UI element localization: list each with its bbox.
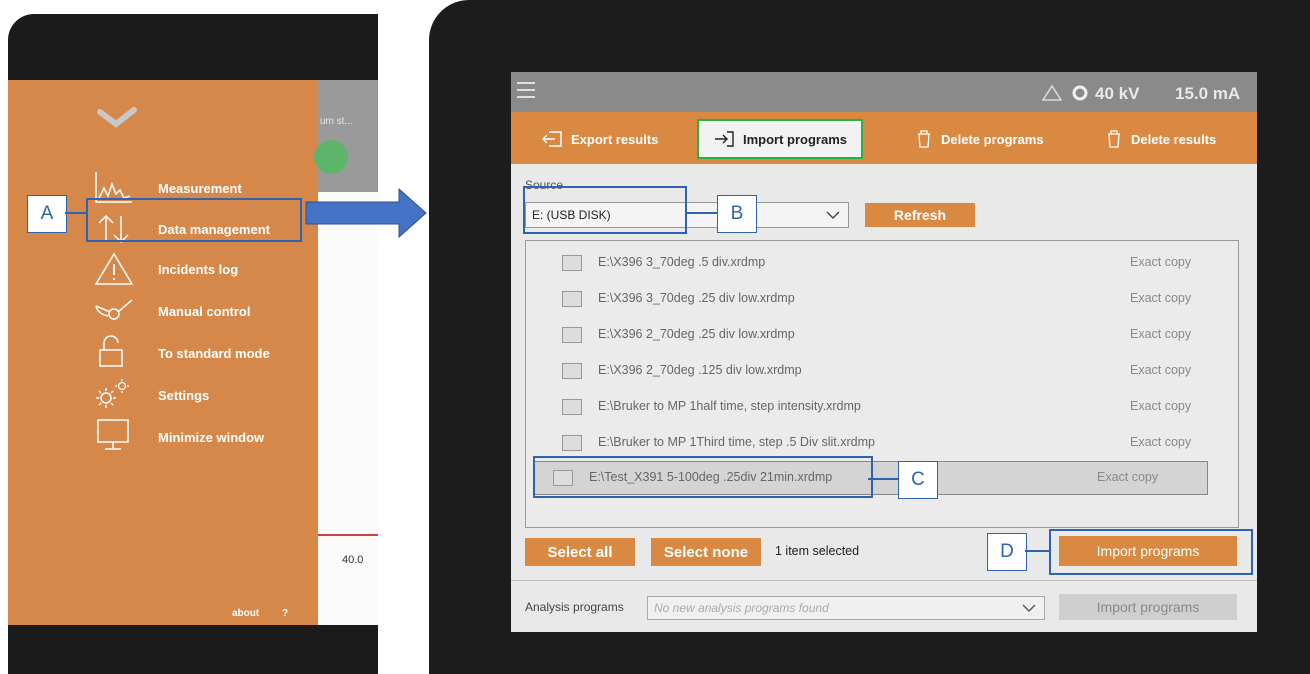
file-name: E:\Bruker to MP 1Third time, step .5 Div… [598, 435, 875, 449]
list-item[interactable]: E:\X396 2_70deg .125 div low.xrdmp Exact… [562, 355, 1232, 385]
file-name: E:\X396 3_70deg .25 div low.xrdmp [598, 291, 795, 305]
import-programs-screen: 40 kV 15.0 mA Export results Import prog… [511, 72, 1257, 632]
menu-label: Incidents log [158, 262, 239, 277]
background-text: um st... [320, 116, 353, 127]
file-status: Exact copy [1130, 255, 1192, 269]
select-all-button[interactable]: Select all [525, 538, 635, 566]
tab-label: Delete results [1131, 131, 1217, 147]
callout-a: A [27, 195, 67, 233]
side-menu-panel: Measurement Data management Incidents lo… [8, 80, 318, 625]
highlight-box-c [533, 456, 873, 498]
highlight-box-a [86, 198, 302, 242]
file-name: E:\X396 2_70deg .125 div low.xrdmp [598, 363, 802, 377]
background-app-view: um st... 40.0 [314, 80, 378, 625]
background-header [318, 80, 378, 192]
plot-line [318, 534, 378, 536]
divider [511, 580, 1257, 581]
about-link[interactable]: about [232, 608, 259, 619]
current-readout: 15.0 mA [1175, 84, 1241, 103]
file-status: Exact copy [1130, 291, 1192, 305]
highlight-box-b [523, 186, 687, 234]
file-name: E:\X396 2_70deg .25 div low.xrdmp [598, 327, 795, 341]
background-plot: 40.0 [318, 192, 378, 625]
callout-d: D [987, 533, 1027, 571]
unlock-icon [99, 335, 123, 367]
file-icon [562, 399, 582, 415]
export-icon [542, 131, 562, 147]
app-header: 40 kV 15.0 mA [511, 72, 1257, 112]
voltage-readout: 40 kV [1095, 84, 1140, 103]
tab-import-programs[interactable]: Import programs [697, 119, 864, 159]
gear-icon [96, 379, 129, 408]
trash-icon [1108, 130, 1120, 148]
list-item[interactable]: E:\X396 2_70deg .25 div low.xrdmp Exact … [562, 319, 1232, 349]
tab-label: Import programs [743, 131, 848, 147]
file-icon [562, 255, 582, 271]
file-status: Exact copy [1130, 363, 1192, 377]
warning-icon [1041, 84, 1063, 101]
tab-label: Export results [571, 131, 659, 147]
list-item[interactable]: E:\Bruker to MP 1Third time, step .5 Div… [562, 427, 1232, 457]
tab-delete-results[interactable]: Delete results [1105, 125, 1216, 153]
axis-tick-label: 40.0 [342, 554, 364, 566]
tab-export-results[interactable]: Export results [541, 125, 658, 153]
callout-c: C [898, 461, 938, 499]
file-icon [562, 435, 582, 451]
menu-item-minimize-window[interactable]: Minimize window [8, 418, 318, 458]
callout-b: B [717, 195, 757, 233]
file-name: E:\X396 3_70deg .5 div.xrdmp [598, 255, 766, 269]
arrow-right-icon [305, 188, 427, 238]
tab-delete-programs[interactable]: Delete programs [915, 125, 1044, 153]
menu-item-incidents-log[interactable]: Incidents log [8, 252, 318, 292]
hamburger-menu-icon[interactable] [515, 80, 537, 100]
monitor-icon [97, 419, 129, 450]
highlight-box-d [1049, 529, 1253, 575]
menu-item-manual-control[interactable]: Manual control [8, 292, 318, 332]
callout-d-connector [1025, 550, 1049, 552]
file-name: E:\Bruker to MP 1half time, step intensi… [598, 399, 861, 413]
goniometer-icon [95, 299, 133, 320]
list-item[interactable]: E:\Bruker to MP 1half time, step intensi… [562, 391, 1232, 421]
file-status: Exact copy [1130, 327, 1192, 341]
left-device-photo: Measurement Data management Incidents lo… [8, 14, 378, 674]
select-none-button[interactable]: Select none [651, 538, 761, 566]
tab-label: Delete programs [941, 131, 1044, 147]
chevron-down-icon [826, 211, 840, 219]
selection-count: 1 item selected [775, 544, 860, 558]
analysis-label: Analysis programs [525, 600, 624, 614]
menu-label: Measurement [158, 181, 242, 196]
status-circle [314, 140, 348, 174]
file-icon [562, 363, 582, 379]
import-icon [715, 131, 734, 147]
right-device-photo: 40 kV 15.0 mA Export results Import prog… [429, 0, 1310, 674]
file-status: Exact copy [1130, 435, 1192, 449]
callout-b-connector [686, 212, 717, 214]
refresh-button[interactable]: Refresh [865, 203, 975, 227]
menu-label: Manual control [158, 304, 251, 319]
analysis-dropdown[interactable]: No new analysis programs found [647, 596, 1045, 620]
analysis-import-button[interactable]: Import programs [1059, 594, 1237, 620]
menu-label: Settings [158, 388, 210, 403]
callout-c-connector [868, 478, 898, 480]
callout-a-connector [65, 212, 87, 214]
file-icon [562, 327, 582, 343]
tab-bar: Export results Import programs Delete pr… [511, 112, 1257, 164]
chevron-down-icon [1022, 604, 1036, 612]
logo-icon [97, 107, 137, 128]
menu-item-settings[interactable]: Settings [8, 376, 318, 416]
file-status: Exact copy [1130, 399, 1192, 413]
menu-label: To standard mode [158, 346, 270, 361]
analysis-placeholder: No new analysis programs found [654, 601, 829, 615]
list-item[interactable]: E:\X396 3_70deg .5 div.xrdmp Exact copy [562, 247, 1232, 277]
list-item[interactable]: E:\X396 3_70deg .25 div low.xrdmp Exact … [562, 283, 1232, 313]
file-icon [562, 291, 582, 307]
file-status: Exact copy [1097, 470, 1159, 484]
menu-label: Minimize window [158, 430, 265, 445]
trash-icon [918, 130, 930, 148]
menu-item-standard-mode[interactable]: To standard mode [8, 334, 318, 374]
warning-icon [94, 252, 134, 285]
help-link[interactable]: ? [282, 608, 288, 619]
shutter-status-icon [1072, 85, 1088, 101]
